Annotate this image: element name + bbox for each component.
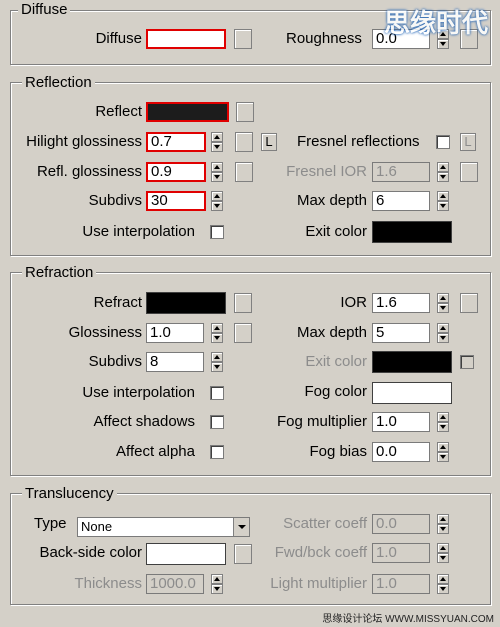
thickness-arrows[interactable]: [211, 574, 223, 594]
type-label: Type: [34, 515, 67, 532]
refr-exit-color-swatch[interactable]: [372, 351, 452, 373]
watermark-logo: 思缘时代: [384, 8, 489, 38]
fog-color-swatch[interactable]: [372, 382, 452, 404]
chevron-down-icon[interactable]: [233, 518, 249, 536]
hilight-glossiness-spinner[interactable]: 0.7: [146, 132, 206, 152]
fog-bias-arrows[interactable]: [437, 442, 449, 462]
refl-subdivs-label: Subdivs: [88, 192, 142, 209]
hilight-glossiness-map-button[interactable]: [235, 132, 253, 152]
fog-multiplier-label: Fog multiplier: [276, 413, 367, 430]
fresnel-reflections-checkbox[interactable]: [436, 135, 450, 149]
refl-glossiness-arrows[interactable]: [211, 162, 223, 182]
type-dropdown[interactable]: None: [77, 517, 250, 537]
fog-bias-label: Fog bias: [309, 443, 367, 460]
fresnel-lock-button[interactable]: L: [460, 133, 476, 151]
back-side-color-swatch[interactable]: [146, 543, 226, 565]
fresnel-ior-map-button[interactable]: [460, 162, 478, 182]
fresnel-ior-spinner[interactable]: 1.6: [372, 162, 430, 182]
thickness-label: Thickness: [74, 575, 142, 592]
diffuse-title: Diffuse: [18, 2, 71, 18]
affect-alpha-label: Affect alpha: [116, 443, 195, 460]
diffuse-label: Diffuse: [95, 30, 142, 47]
light-multiplier-spinner[interactable]: 1.0: [372, 574, 430, 594]
refl-subdivs-arrows[interactable]: [211, 191, 223, 211]
scatter-coeff-arrows[interactable]: [437, 514, 449, 534]
fresnel-ior-arrows[interactable]: [437, 162, 449, 182]
refl-glossiness-label: Refl. glossiness: [36, 163, 142, 180]
ior-label: IOR: [340, 294, 367, 311]
roughness-label: Roughness: [286, 30, 362, 47]
refr-exit-color-label: Exit color: [305, 353, 367, 370]
refract-label: Refract: [93, 294, 142, 311]
ior-map-button[interactable]: [460, 293, 478, 313]
affect-shadows-checkbox[interactable]: [210, 415, 224, 429]
watermark-footer: 思缘设计论坛 WWW.MISSYUAN.COM: [322, 614, 494, 625]
fog-multiplier-spinner[interactable]: 1.0: [372, 412, 430, 432]
refl-glossiness-spinner[interactable]: 0.9: [146, 162, 206, 182]
fwd-bck-coeff-label: Fwd/bck coeff: [274, 544, 367, 561]
translucency-title: Translucency: [22, 486, 117, 502]
reflect-color-swatch[interactable]: [146, 102, 229, 122]
affect-shadows-label: Affect shadows: [93, 413, 195, 430]
fresnel-ior-label: Fresnel IOR: [286, 163, 367, 180]
hilight-glossiness-arrows[interactable]: [211, 132, 223, 152]
refr-use-interpolation-checkbox[interactable]: [210, 386, 224, 400]
refl-max-depth-label: Max depth: [296, 192, 367, 209]
ior-arrows[interactable]: [437, 293, 449, 313]
refr-max-depth-arrows[interactable]: [437, 323, 449, 343]
reflect-map-button[interactable]: [236, 102, 254, 122]
light-multiplier-label: Light multiplier: [270, 575, 367, 592]
affect-alpha-checkbox[interactable]: [210, 445, 224, 459]
back-side-map-button[interactable]: [234, 544, 252, 564]
hilight-lock-button[interactable]: L: [261, 133, 277, 151]
refl-use-interpolation-checkbox[interactable]: [210, 225, 224, 239]
refr-max-depth-label: Max depth: [296, 324, 367, 341]
reflect-label: Reflect: [95, 103, 142, 120]
scatter-coeff-label: Scatter coeff: [283, 515, 367, 532]
ior-spinner[interactable]: 1.6: [372, 293, 430, 313]
refr-subdivs-label: Subdivs: [88, 353, 142, 370]
type-dropdown-value: None: [81, 519, 113, 534]
reflection-title: Reflection: [22, 75, 95, 91]
thickness-spinner[interactable]: 1000.0: [146, 574, 204, 594]
refraction-title: Refraction: [22, 265, 97, 281]
scatter-coeff-spinner[interactable]: 0.0: [372, 514, 430, 534]
fog-color-label: Fog color: [304, 383, 367, 400]
refl-exit-color-label: Exit color: [305, 223, 367, 240]
refr-subdivs-arrows[interactable]: [211, 352, 223, 372]
fog-bias-spinner[interactable]: 0.0: [372, 442, 430, 462]
refr-exit-color-checkbox[interactable]: [460, 355, 474, 369]
glossiness-map-button[interactable]: [234, 323, 252, 343]
fwd-bck-coeff-arrows[interactable]: [437, 543, 449, 563]
refr-use-interpolation-label: Use interpolation: [82, 384, 195, 401]
refr-max-depth-spinner[interactable]: 5: [372, 323, 430, 343]
hilight-glossiness-label: Hilight glossiness: [26, 133, 142, 150]
diffuse-color-swatch[interactable]: [146, 29, 226, 49]
back-side-color-label: Back-side color: [39, 544, 142, 561]
refl-max-depth-spinner[interactable]: 6: [372, 191, 430, 211]
glossiness-arrows[interactable]: [211, 323, 223, 343]
glossiness-label: Glossiness: [68, 324, 142, 341]
fwd-bck-coeff-spinner[interactable]: 1.0: [372, 543, 430, 563]
fresnel-reflections-label: Fresnel reflections: [297, 133, 420, 150]
refr-subdivs-spinner[interactable]: 8: [146, 352, 204, 372]
refract-map-button[interactable]: [234, 293, 252, 313]
refract-color-swatch[interactable]: [146, 292, 226, 314]
refl-exit-color-swatch[interactable]: [372, 221, 452, 243]
diffuse-map-button[interactable]: [234, 29, 252, 49]
refl-max-depth-arrows[interactable]: [437, 191, 449, 211]
fog-multiplier-arrows[interactable]: [437, 412, 449, 432]
refl-subdivs-spinner[interactable]: 30: [146, 191, 206, 211]
refl-use-interpolation-label: Use interpolation: [82, 223, 195, 240]
glossiness-spinner[interactable]: 1.0: [146, 323, 204, 343]
light-multiplier-arrows[interactable]: [437, 574, 449, 594]
refl-glossiness-map-button[interactable]: [235, 162, 253, 182]
